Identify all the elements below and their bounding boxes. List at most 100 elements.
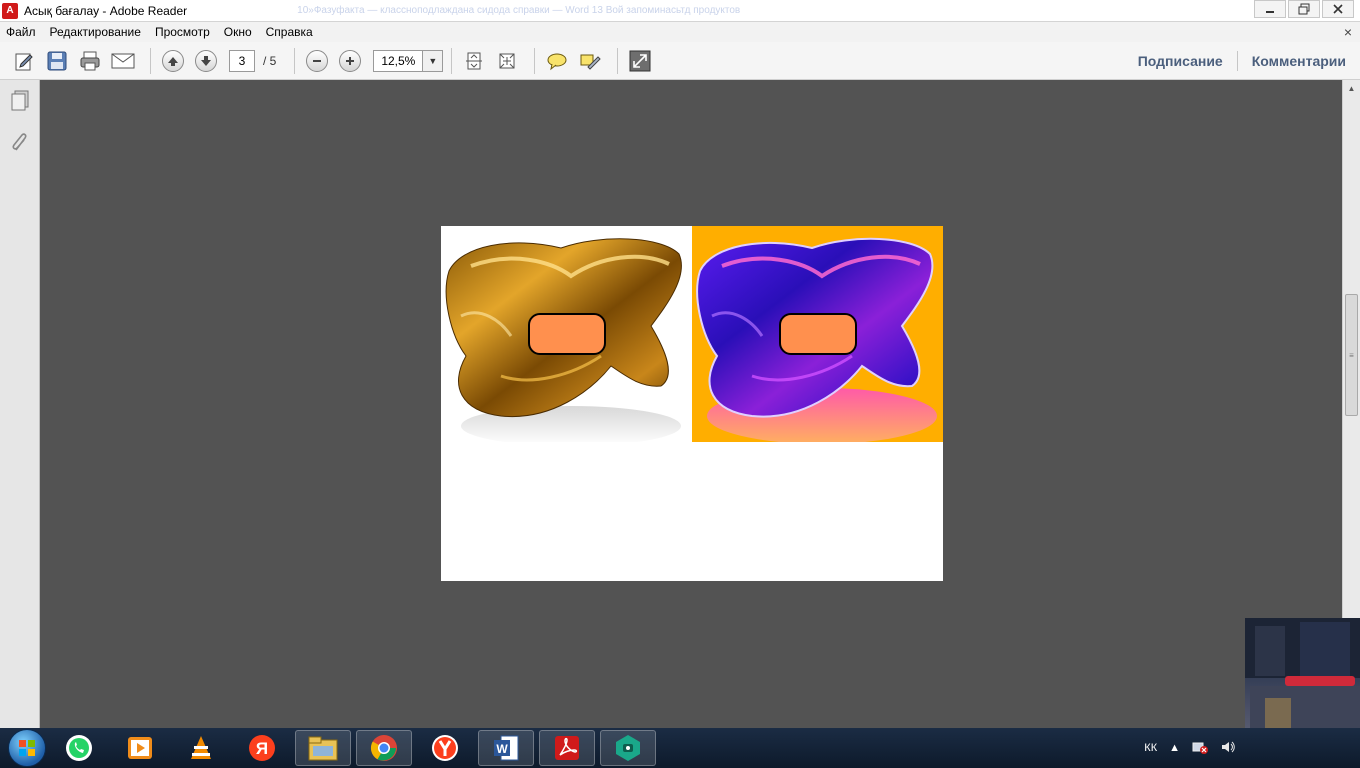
- fit-page-button[interactable]: [460, 47, 488, 75]
- faded-title-text: 10»Фазуфакта — классноподлаждана сидода …: [297, 5, 741, 16]
- minimize-icon: [1266, 11, 1274, 13]
- print-button[interactable]: [76, 47, 104, 75]
- yandex-icon: Я: [249, 735, 275, 761]
- fit-width-button[interactable]: [493, 47, 521, 75]
- scroll-thumb[interactable]: ≡: [1345, 294, 1358, 416]
- close-button[interactable]: [1322, 0, 1354, 18]
- svg-text:Я: Я: [256, 739, 268, 758]
- page-down-icon: [195, 49, 217, 72]
- chevron-down-icon[interactable]: ▼: [422, 50, 443, 71]
- zoom-value[interactable]: 12,5%: [374, 51, 422, 71]
- print-icon: [80, 51, 100, 70]
- restore-button[interactable]: [1288, 0, 1320, 18]
- system-tray: КК ▲: [1132, 728, 1236, 768]
- zoom-select[interactable]: 12,5% ▼: [373, 49, 444, 72]
- link-separator: [1236, 51, 1238, 71]
- pdf-page: [441, 226, 943, 581]
- fullscreen-icon: [629, 50, 651, 71]
- windows-logo-icon: [19, 740, 35, 756]
- next-page-button[interactable]: [192, 47, 220, 75]
- document-area[interactable]: [41, 80, 1342, 728]
- page-up-icon: [162, 49, 184, 72]
- network-warning-icon[interactable]: [1192, 740, 1208, 757]
- taskbar-file-explorer[interactable]: [295, 730, 351, 766]
- menu-view[interactable]: Просмотр: [155, 25, 210, 39]
- comment-button[interactable]: [543, 47, 571, 75]
- pages-icon: [11, 90, 29, 111]
- menu-window[interactable]: Окно: [224, 25, 252, 39]
- close-document-icon[interactable]: ×: [1344, 24, 1352, 40]
- fullscreen-button[interactable]: [626, 47, 654, 75]
- file-explorer-icon: [308, 736, 338, 761]
- edit-button[interactable]: [10, 47, 38, 75]
- title-bar: A Асық бағалау - Adobe Reader 10»Фазуфак…: [0, 0, 1360, 22]
- zoom-out-icon: [306, 49, 329, 72]
- media-player-icon: [128, 737, 152, 759]
- taskbar-media-player[interactable]: [112, 730, 168, 766]
- page-number-input[interactable]: 3: [229, 49, 255, 72]
- toolbar-separator: [451, 47, 453, 74]
- app-icon: [616, 735, 640, 761]
- fit-width-icon: [499, 53, 515, 68]
- taskbar-yandex[interactable]: Я: [234, 730, 290, 766]
- window-title: Асық бағалау - Adobe Reader: [24, 3, 188, 18]
- email-icon: [111, 53, 135, 68]
- vlc-icon: [191, 736, 211, 759]
- answer-label-box-right: [779, 313, 857, 355]
- taskbar: Я W КК ▲: [0, 728, 1360, 768]
- toolbar-separator: [534, 47, 536, 74]
- toolbar: 3 / 5 12,5% ▼ Подписание Комментарии: [0, 42, 1360, 80]
- navigation-pane: [0, 80, 40, 728]
- scroll-up-icon[interactable]: ▲: [1343, 80, 1360, 97]
- menu-bar: Файл Редактирование Просмотр Окно Справк…: [0, 22, 1360, 42]
- svg-text:W: W: [496, 742, 508, 756]
- zoom-in-button[interactable]: [336, 47, 364, 75]
- email-button[interactable]: [109, 47, 137, 75]
- toolbar-separator: [617, 47, 619, 74]
- page-total: / 5: [263, 53, 277, 68]
- previous-page-button[interactable]: [159, 47, 187, 75]
- adobe-reader-icon: A: [2, 2, 18, 19]
- paperclip-icon: [12, 133, 27, 151]
- fit-page-icon: [466, 52, 483, 69]
- attachments-panel-button[interactable]: [9, 132, 31, 154]
- highlight-icon: [580, 54, 602, 70]
- whatsapp-icon: [66, 735, 92, 761]
- acrobat-icon: [555, 736, 579, 760]
- taskbar-app[interactable]: [600, 730, 656, 766]
- answer-label-box-left: [528, 313, 606, 355]
- toolbar-separator: [150, 47, 151, 74]
- highlight-button[interactable]: [576, 47, 604, 75]
- menu-edit[interactable]: Редактирование: [50, 25, 141, 39]
- save-icon: [47, 51, 67, 70]
- close-icon: [1333, 4, 1343, 14]
- taskbar-whatsapp[interactable]: [51, 730, 107, 766]
- word-icon: W: [494, 735, 519, 761]
- comment-icon: [547, 53, 567, 70]
- taskbar-vlc[interactable]: [173, 730, 229, 766]
- save-button[interactable]: [43, 47, 71, 75]
- taskbar-acrobat[interactable]: [539, 730, 595, 766]
- edit-icon: [15, 53, 33, 70]
- task-pane-links: Подписание Комментарии: [1138, 42, 1346, 80]
- start-button[interactable]: [8, 729, 46, 767]
- window-controls: [1252, 0, 1354, 18]
- restore-icon: [1298, 3, 1310, 15]
- taskbar-chrome[interactable]: [356, 730, 412, 766]
- language-indicator[interactable]: КК: [1144, 742, 1157, 754]
- menu-file[interactable]: Файл: [6, 25, 36, 39]
- sign-link[interactable]: Подписание: [1138, 53, 1223, 69]
- zoom-in-icon: [339, 49, 362, 72]
- chrome-icon: [370, 735, 397, 761]
- show-hidden-icons-icon[interactable]: ▲: [1169, 742, 1180, 754]
- toolbar-separator: [294, 47, 296, 74]
- taskbar-word[interactable]: W: [478, 730, 534, 766]
- volume-icon[interactable]: [1220, 740, 1236, 757]
- pages-panel-button[interactable]: [9, 90, 31, 112]
- taskbar-yandex-browser[interactable]: [417, 730, 473, 766]
- minimize-button[interactable]: [1254, 0, 1286, 18]
- comments-link[interactable]: Комментарии: [1252, 53, 1346, 69]
- menu-help[interactable]: Справка: [266, 25, 313, 39]
- yandex-browser-icon: [432, 735, 458, 761]
- zoom-out-button[interactable]: [303, 47, 331, 75]
